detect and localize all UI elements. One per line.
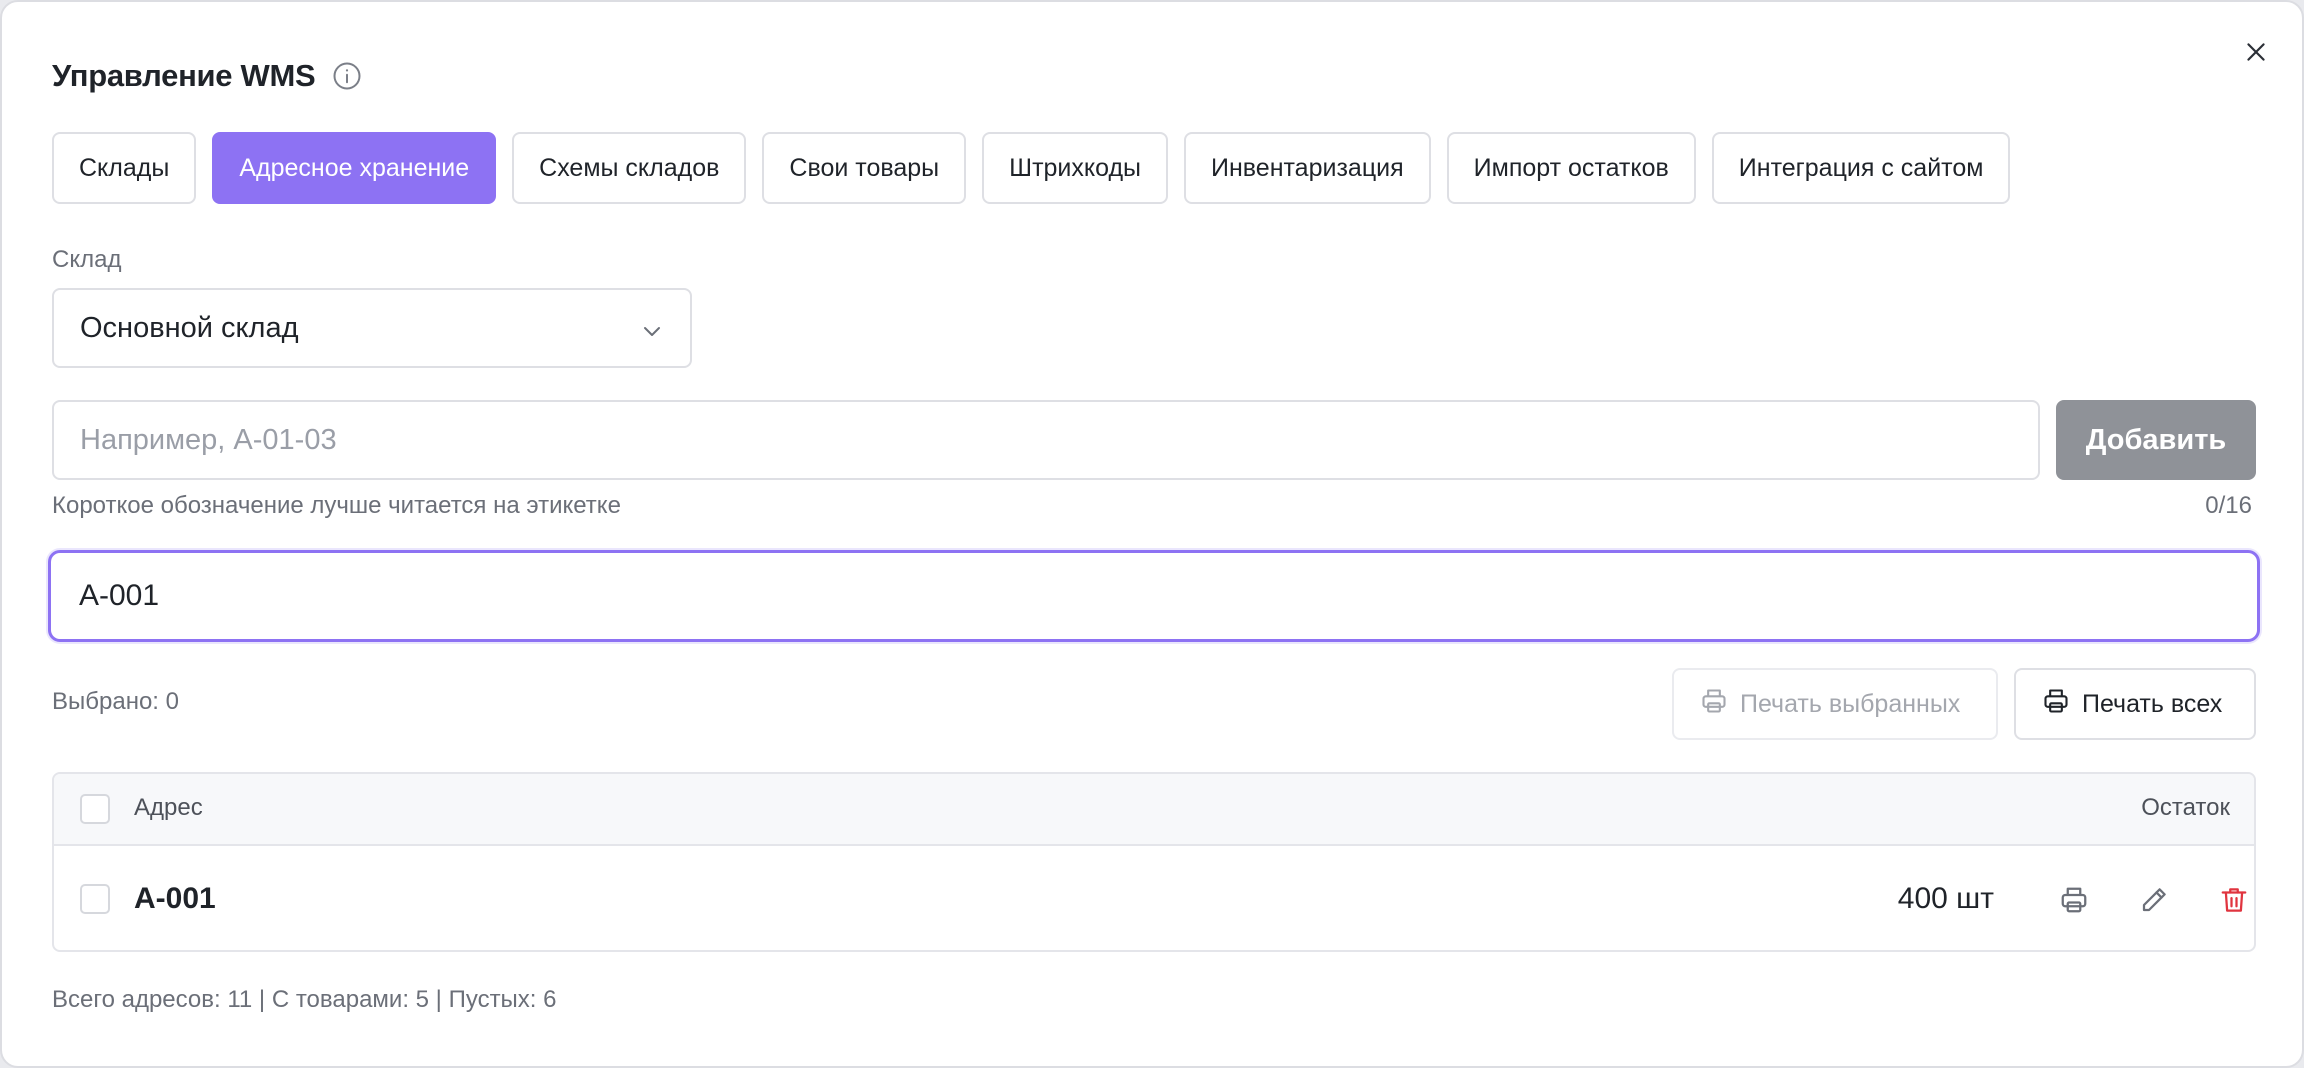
- column-header-stock: Остаток: [2141, 794, 2230, 821]
- column-header-address: Адрес: [134, 794, 203, 821]
- address-stats: Всего адресов: 11 | С товарами: 5 | Пуст…: [52, 986, 557, 1013]
- close-icon[interactable]: [2238, 34, 2274, 70]
- warehouse-label: Склад: [52, 246, 122, 273]
- select-all-checkbox[interactable]: [80, 794, 110, 824]
- row-checkbox[interactable]: [80, 884, 110, 914]
- printer-icon: [1700, 687, 1728, 722]
- dialog-title: Управление WMS: [52, 58, 316, 93]
- table-row: А-001 400 шт: [54, 848, 2254, 950]
- print-selected-label: Печать выбранных: [1740, 689, 1961, 718]
- char-counter: 0/16: [2205, 492, 2252, 519]
- tab-bar: Склады Адресное хранение Схемы складов С…: [52, 132, 2011, 204]
- tab-own-products[interactable]: Свои товары: [762, 132, 967, 204]
- wms-dialog: Управление WMS Склады Адресное хранение …: [0, 0, 2304, 1068]
- warehouse-select[interactable]: Основной склад: [52, 288, 692, 368]
- trash-icon[interactable]: [2216, 882, 2252, 918]
- selected-count: Выбрано: 0: [52, 688, 179, 715]
- pencil-icon[interactable]: [2136, 882, 2172, 918]
- add-address-button[interactable]: Добавить: [2056, 400, 2256, 480]
- tab-site-integration[interactable]: Интеграция с сайтом: [1711, 132, 2011, 204]
- table-header: Адрес Остаток: [54, 774, 2254, 846]
- dialog-header: Управление WMS: [52, 54, 363, 98]
- tab-address-storage[interactable]: Адресное хранение: [212, 132, 497, 204]
- new-address-input[interactable]: [52, 400, 2040, 480]
- tab-warehouses[interactable]: Склады: [52, 132, 197, 204]
- address-table: Адрес Остаток А-001 400 шт: [52, 772, 2256, 952]
- tab-inventory[interactable]: Инвентаризация: [1184, 132, 1431, 204]
- row-stock: 400 шт: [1897, 882, 1994, 915]
- row-address: А-001: [134, 882, 216, 915]
- printer-icon: [2042, 687, 2070, 722]
- print-selected-button[interactable]: Печать выбранных: [1672, 668, 1998, 740]
- tab-barcodes[interactable]: Штрихкоды: [982, 132, 1169, 204]
- tab-warehouse-schemes[interactable]: Схемы складов: [512, 132, 747, 204]
- address-search-input[interactable]: [48, 550, 2260, 642]
- printer-icon[interactable]: [2056, 882, 2092, 918]
- chevron-down-icon: [640, 318, 664, 342]
- address-hint: Короткое обозначение лучше читается на э…: [52, 492, 621, 519]
- print-all-button[interactable]: Печать всех: [2014, 668, 2256, 740]
- warehouse-select-value: Основной склад: [80, 311, 299, 344]
- print-all-label: Печать всех: [2082, 689, 2223, 718]
- tab-stock-import[interactable]: Импорт остатков: [1446, 132, 1696, 204]
- info-circle-icon[interactable]: [331, 60, 363, 92]
